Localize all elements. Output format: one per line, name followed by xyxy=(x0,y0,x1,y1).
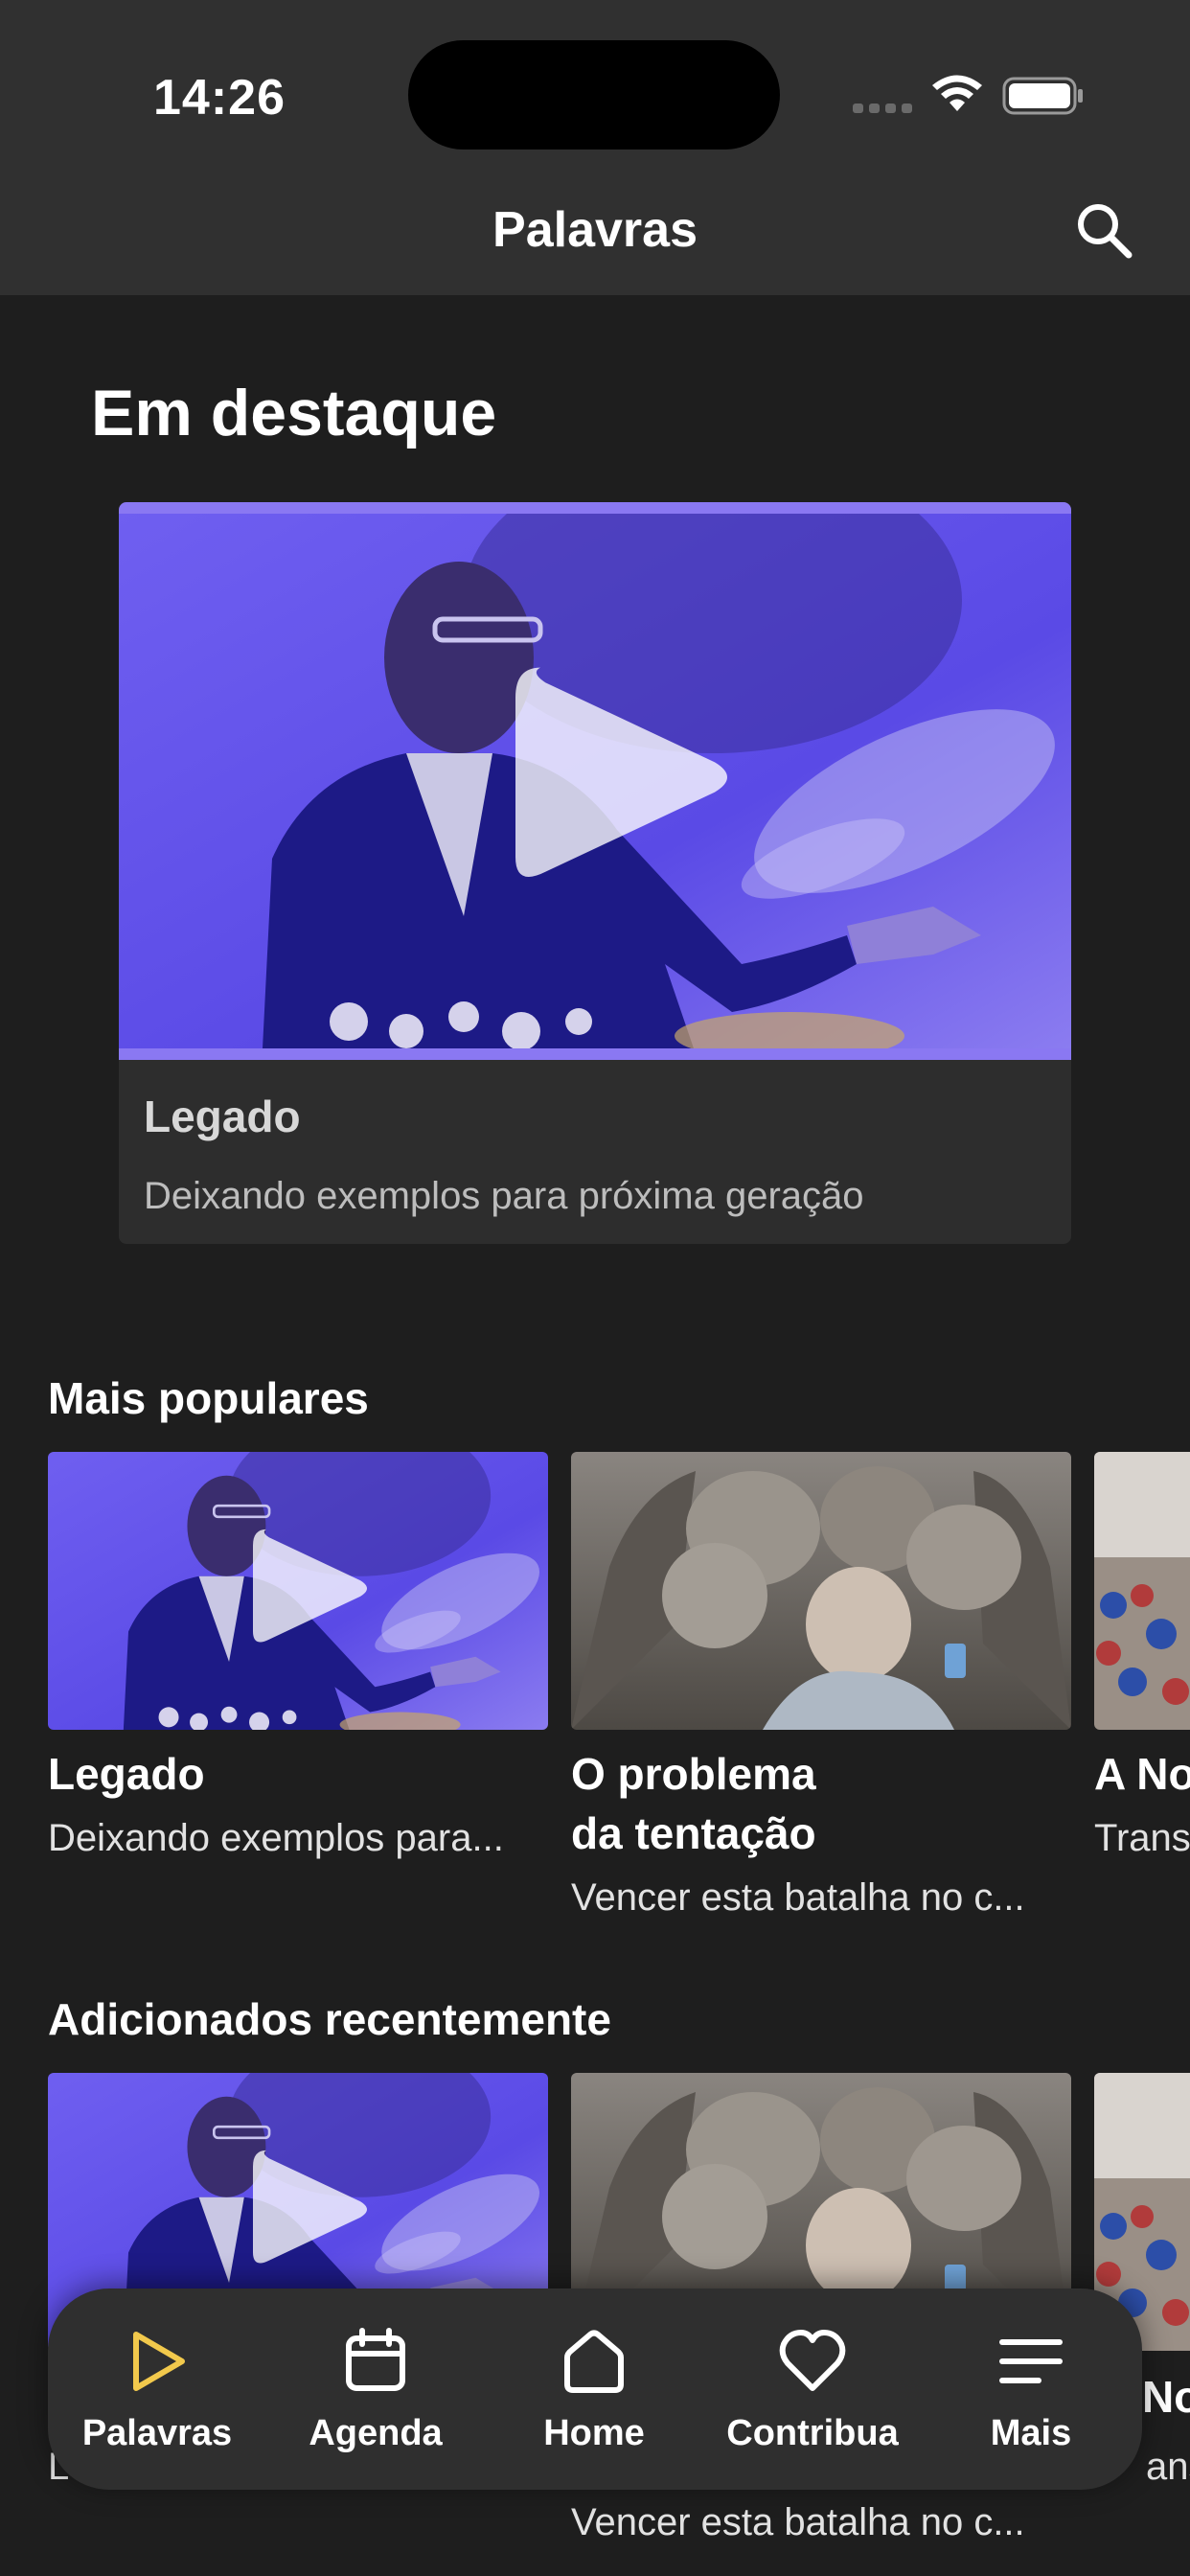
recent-section-title: Adicionados recentemente xyxy=(48,1994,611,2044)
thumbnail-image xyxy=(1094,1452,1190,1730)
featured-video-thumbnail[interactable] xyxy=(119,502,1071,1060)
popular-item-title-line2: da tentação xyxy=(571,1808,816,1858)
recent-item-subtitle: Vencer esta batalha no c... xyxy=(571,2501,1025,2543)
popular-item-subtitle: Deixando exemplos para... xyxy=(48,1817,504,1859)
play-icon xyxy=(240,1519,374,1658)
calendar-icon xyxy=(346,2328,405,2391)
popular-section-title: Mais populares xyxy=(48,1373,369,1423)
popular-item-thumbnail[interactable] xyxy=(48,1452,548,1730)
status-time: 14:26 xyxy=(153,70,286,126)
tab-contribua[interactable]: Contribua xyxy=(703,2288,922,2490)
home-icon xyxy=(564,2330,624,2393)
tab-label: Agenda xyxy=(309,2413,443,2453)
tab-label: Home xyxy=(543,2413,645,2453)
wifi-icon xyxy=(932,75,982,111)
featured-card-title: Legado xyxy=(144,1092,301,1141)
popular-item-subtitle: Trans xyxy=(1094,1817,1190,1859)
play-icon xyxy=(491,648,740,907)
popular-item-title: Legado xyxy=(48,1749,205,1799)
popular-item-subtitle: Vencer esta batalha no c... xyxy=(571,1876,1025,1919)
heart-icon xyxy=(779,2330,846,2391)
tab-bar: Palavras Agenda Home Contribua Mais xyxy=(48,2288,1142,2490)
page-title: Palavras xyxy=(492,202,698,258)
recent-item-subtitle: ans xyxy=(1146,2446,1190,2488)
search-icon[interactable] xyxy=(1073,199,1134,261)
battery-icon xyxy=(1002,77,1083,115)
featured-section-title: Em destaque xyxy=(91,377,497,449)
tab-label: Mais xyxy=(990,2413,1072,2453)
featured-card[interactable]: Legado Deixando exemplos para próxima ge… xyxy=(119,502,1071,1244)
tab-label: Palavras xyxy=(81,2413,233,2453)
thumbnail-image xyxy=(571,1452,1071,1730)
tab-palavras[interactable]: Palavras xyxy=(48,2288,266,2490)
tab-home[interactable]: Home xyxy=(485,2288,703,2490)
featured-card-subtitle: Deixando exemplos para próxima geração xyxy=(144,1175,864,1217)
cellular-signal-icon xyxy=(853,104,912,113)
play-icon xyxy=(240,2140,374,2279)
dynamic-island xyxy=(408,40,780,150)
top-bar: 14:26 Palavras xyxy=(0,0,1190,295)
tab-agenda[interactable]: Agenda xyxy=(266,2288,485,2490)
tab-mais[interactable]: Mais xyxy=(922,2288,1140,2490)
menu-icon xyxy=(999,2339,1063,2383)
recent-item-title: No xyxy=(1142,2372,1190,2422)
popular-item-title: O problema xyxy=(571,1749,816,1799)
popular-item-title: A No xyxy=(1094,1749,1190,1799)
popular-item-thumbnail[interactable] xyxy=(571,1452,1071,1730)
popular-item-thumbnail[interactable] xyxy=(1094,1452,1190,1730)
play-icon xyxy=(133,2332,185,2391)
tab-label: Contribua xyxy=(726,2413,899,2453)
